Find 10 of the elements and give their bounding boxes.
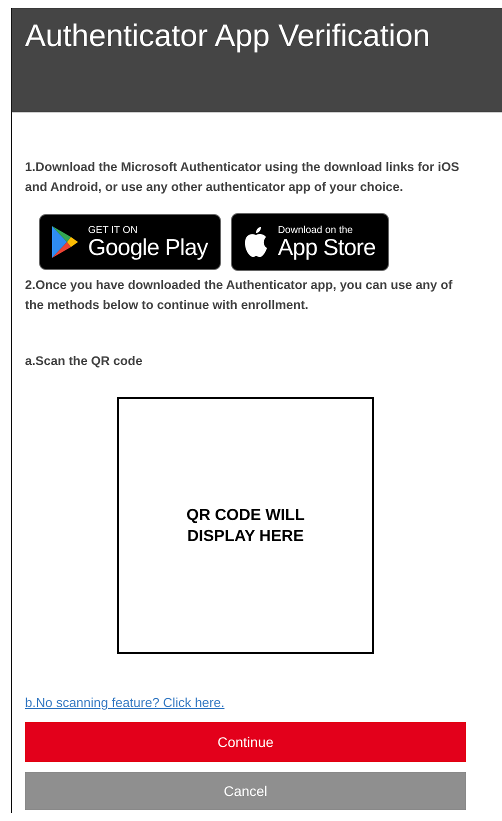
page-title: Authenticator App Verification [25,18,430,54]
instruction-text: 2.Once you have downloaded the Authenticator app, you can use any of the methods below to continue with enrollment. [25,277,454,314]
continue-button[interactable]: Continue [25,722,466,762]
store-badge[interactable]: Download on the App Store [230,213,389,271]
play-triangle-icon [50,225,80,259]
store-badge[interactable]: GET IT ON Google Play [39,214,221,270]
scan-label: a.Scan the QR code [25,353,144,370]
instruction-text: 1.Download the Microsoft Authenticator using the download links for iOS and Android, or use any other authenticator app of your choice. [25,159,460,196]
manual-setup-link[interactable]: b.No scanning feature? Click here. [25,695,224,710]
qr-placeholder-text: QR CODE WILL DISPLAY HERE [185,506,306,546]
